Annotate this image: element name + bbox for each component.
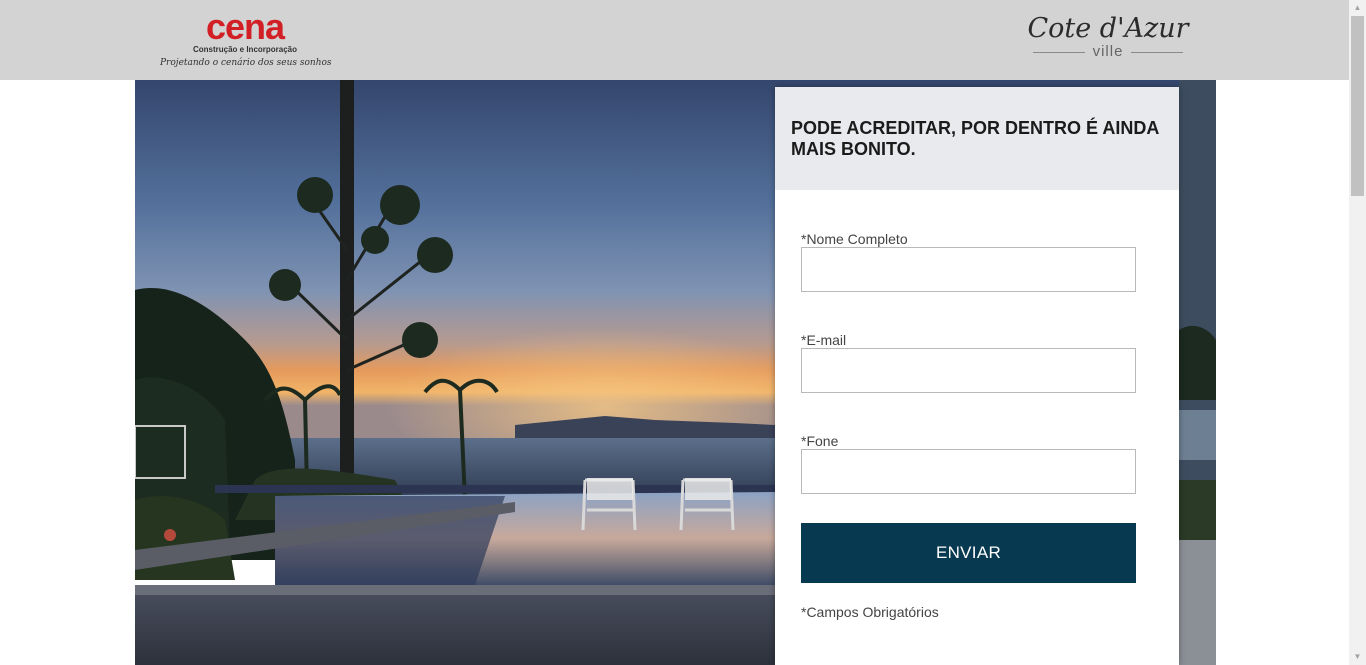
form-title: PODE ACREDITAR, POR DENTRO É AINDA MAIS … <box>791 118 1159 159</box>
cote-dazur-wordmark: Cote d'Azur <box>1027 13 1189 44</box>
submit-button[interactable]: ENVIAR <box>801 523 1136 583</box>
logo-rule-right <box>1131 51 1184 53</box>
logo-rule-left <box>1032 51 1085 53</box>
full-name-input[interactable] <box>801 247 1136 292</box>
chevron-up-icon[interactable]: ▲ <box>1349 0 1366 16</box>
email-label: *E-mail <box>801 332 847 348</box>
cote-dazur-ville: ville <box>1092 43 1124 60</box>
scrollbar-thumb[interactable] <box>1351 16 1364 196</box>
site-header: cena Construção e Incorporação Projetand… <box>0 0 1349 80</box>
chevron-down-icon[interactable]: ▼ <box>1349 649 1366 665</box>
cena-logo-wordmark: cena <box>205 6 285 47</box>
field-group-name: *Nome Completo <box>801 231 1136 292</box>
field-group-email: *E-mail <box>801 332 1136 393</box>
field-group-phone: *Fone <box>801 433 1136 494</box>
cena-logo-subtitle: Construção e Incorporação <box>192 45 298 54</box>
phone-label: *Fone <box>801 433 839 449</box>
email-input[interactable] <box>801 348 1136 393</box>
phone-input[interactable] <box>801 449 1136 494</box>
page: cena Construção e Incorporação Projetand… <box>0 0 1366 665</box>
lead-form-card: PODE ACREDITAR, POR DENTRO É AINDA MAIS … <box>775 87 1179 665</box>
form-header: PODE ACREDITAR, POR DENTRO É AINDA MAIS … <box>775 87 1179 190</box>
cena-logo[interactable]: cena Construção e Incorporação Projetand… <box>160 6 332 72</box>
full-name-label: *Nome Completo <box>801 231 908 247</box>
required-fields-note: *Campos Obrigatórios <box>801 604 939 620</box>
cote-dazur-logo[interactable]: Cote d'Azur ville <box>1025 12 1191 68</box>
cena-logo-tagline: Projetando o cenário dos seus sonhos <box>160 58 332 68</box>
cote-dazur-ville-row: ville <box>1025 44 1191 60</box>
page-scrollbar[interactable]: ▲ ▼ <box>1349 0 1366 665</box>
